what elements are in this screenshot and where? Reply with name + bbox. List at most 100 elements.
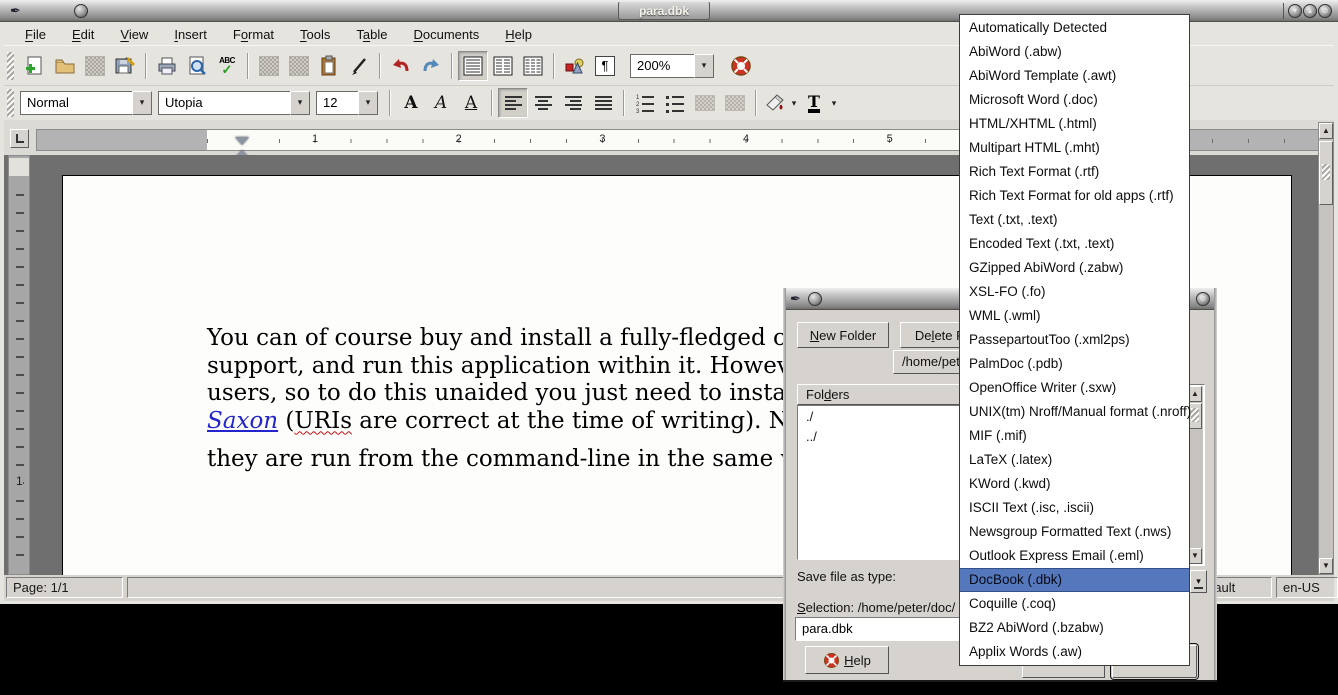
file-format-option[interactable]: MIF (.mif) xyxy=(960,424,1189,448)
scroll-down-icon[interactable]: ▼ xyxy=(1188,548,1202,564)
bold-icon[interactable]: A xyxy=(396,88,426,118)
file-format-option[interactable]: AbiWord (.abw) xyxy=(960,40,1189,64)
spellcheck-icon[interactable]: ABC✓ xyxy=(212,51,242,81)
font-size-combobox[interactable]: 12 ▾ xyxy=(316,91,378,115)
print-preview-icon[interactable] xyxy=(182,51,212,81)
chevron-down-icon[interactable]: ▾ xyxy=(826,88,842,118)
align-right-icon[interactable] xyxy=(558,88,588,118)
help-button[interactable]: Help xyxy=(805,646,889,674)
file-format-option[interactable]: PalmDoc (.pdb) xyxy=(960,352,1189,376)
file-format-option[interactable]: ISCII Text (.isc, .iscii) xyxy=(960,496,1189,520)
file-format-option[interactable]: WML (.wml) xyxy=(960,304,1189,328)
menu-item[interactable]: Table xyxy=(343,25,400,44)
new-folder-button[interactable]: New Folder xyxy=(797,322,889,348)
file-format-option[interactable]: Coquille (.coq) xyxy=(960,592,1189,616)
file-format-option[interactable]: Microsoft Word (.doc) xyxy=(960,88,1189,112)
window-menu-button[interactable] xyxy=(74,4,88,18)
paragraph-2[interactable]: they are run from the command-line in th… xyxy=(207,446,827,472)
file-format-option[interactable]: Rich Text Format (.rtf) xyxy=(960,160,1189,184)
underline-icon[interactable]: A xyxy=(456,88,486,118)
three-columns-icon[interactable] xyxy=(518,51,548,81)
menu-item[interactable]: Edit xyxy=(59,25,107,44)
italic-icon[interactable]: A xyxy=(426,88,456,118)
zoom-value[interactable]: 200% xyxy=(630,54,694,78)
font-size-value[interactable]: 12 xyxy=(316,91,358,115)
style-value[interactable]: Normal xyxy=(20,91,132,115)
chevron-down-icon[interactable]: ▾ xyxy=(786,88,802,118)
align-center-icon[interactable] xyxy=(528,88,558,118)
tab-stop-selector[interactable] xyxy=(10,129,29,148)
toolbar-grip[interactable] xyxy=(7,52,14,80)
file-format-option[interactable]: Automatically Detected xyxy=(960,16,1189,40)
chevron-down-icon[interactable]: ▾ xyxy=(358,91,378,115)
align-left-icon[interactable] xyxy=(498,88,528,118)
file-format-option[interactable]: UNIX(tm) Nroff/Manual format (.nroff) xyxy=(960,400,1189,424)
file-format-option[interactable]: Encoded Text (.txt, .text) xyxy=(960,232,1189,256)
file-format-option[interactable]: Applix Words (.aw) xyxy=(960,640,1189,664)
fill-color-icon[interactable] xyxy=(762,88,786,118)
close-icon[interactable]: ⊘ xyxy=(1196,292,1210,306)
text-color-icon[interactable]: T xyxy=(802,88,826,118)
file-format-option[interactable]: Multipart HTML (.mht) xyxy=(960,136,1189,160)
insert-symbol-icon[interactable] xyxy=(560,51,590,81)
toolbar-grip[interactable] xyxy=(7,89,14,117)
save-type-combobox-arrow[interactable]: ▾ xyxy=(1190,570,1207,593)
zoom-combobox[interactable]: 200% ▾ xyxy=(630,54,714,78)
scrollbar-thumb[interactable] xyxy=(1319,141,1333,205)
print-icon[interactable] xyxy=(152,51,182,81)
file-format-option[interactable]: Newsgroup Formatted Text (.nws) xyxy=(960,520,1189,544)
undo-icon[interactable] xyxy=(386,51,416,81)
file-format-option[interactable]: XSL-FO (.fo) xyxy=(960,280,1189,304)
justify-icon[interactable] xyxy=(588,88,618,118)
close-icon[interactable]: ⊘ xyxy=(1318,4,1332,18)
save-as-icon[interactable] xyxy=(110,51,140,81)
bullet-list-icon[interactable] xyxy=(660,88,690,118)
numbered-list-icon[interactable]: 123 xyxy=(630,88,660,118)
style-combobox[interactable]: Normal ▾ xyxy=(20,91,152,115)
menu-item[interactable]: File xyxy=(12,25,59,44)
menu-item[interactable]: Format xyxy=(220,25,287,44)
file-format-option[interactable]: AbiWord Template (.awt) xyxy=(960,64,1189,88)
ruler-number: 5 xyxy=(887,133,893,145)
status-language[interactable]: en-US xyxy=(1276,577,1338,598)
open-folder-icon[interactable] xyxy=(50,51,80,81)
menu-item[interactable]: Insert xyxy=(161,25,220,44)
file-format-option[interactable]: OpenOffice Writer (.sxw) xyxy=(960,376,1189,400)
file-format-option[interactable]: Rich Text Format for old apps (.rtf) xyxy=(960,184,1189,208)
scroll-down-icon[interactable]: ▼ xyxy=(1319,558,1333,574)
chevron-down-icon[interactable]: ▾ xyxy=(132,91,152,115)
menu-item[interactable]: Tools xyxy=(287,25,343,44)
font-value[interactable]: Utopia xyxy=(158,91,290,115)
file-format-option[interactable]: Text (.txt, .text) xyxy=(960,208,1189,232)
file-format-option[interactable]: HTML/XHTML (.html) xyxy=(960,112,1189,136)
menu-item[interactable]: Documents xyxy=(401,25,493,44)
menu-item[interactable]: Help xyxy=(492,25,545,44)
file-format-option[interactable]: KWord (.kwd) xyxy=(960,472,1189,496)
stylus-icon[interactable] xyxy=(344,51,374,81)
file-format-option[interactable]: PassepartoutToo (.xml2ps) xyxy=(960,328,1189,352)
help-lifering-icon[interactable] xyxy=(726,51,756,81)
new-document-icon[interactable] xyxy=(20,51,50,81)
two-columns-icon[interactable] xyxy=(488,51,518,81)
file-format-option[interactable]: GZipped AbiWord (.zabw) xyxy=(960,256,1189,280)
file-format-option[interactable]: DocBook (.dbk) xyxy=(960,568,1189,592)
paste-icon[interactable] xyxy=(314,51,344,81)
one-column-icon[interactable] xyxy=(458,51,488,81)
scroll-up-icon[interactable]: ▲ xyxy=(1319,123,1333,139)
font-combobox[interactable]: Utopia ▾ xyxy=(158,91,310,115)
chevron-down-icon[interactable]: ▾ xyxy=(694,54,714,78)
shade-icon[interactable]: ▾ xyxy=(1288,4,1302,18)
file-format-option[interactable]: LaTeX (.latex) xyxy=(960,448,1189,472)
redo-icon[interactable] xyxy=(416,51,446,81)
menu-item[interactable]: View xyxy=(107,25,161,44)
file-format-option[interactable]: Outlook Express Email (.eml) xyxy=(960,544,1189,568)
chevron-down-icon[interactable]: ▾ xyxy=(290,91,310,115)
saxon-hyperlink[interactable]: Saxon xyxy=(207,408,278,434)
window-menu-button[interactable] xyxy=(808,292,822,306)
unshade-icon[interactable]: ▴ xyxy=(1303,4,1317,18)
first-line-indent-marker[interactable] xyxy=(235,137,249,145)
pilcrow-icon[interactable]: ¶ xyxy=(590,51,620,81)
paragraph-1[interactable]: You can of course buy and install a full… xyxy=(207,325,858,435)
vertical-scrollbar[interactable]: ▲ ▼ xyxy=(1318,122,1334,575)
file-format-option[interactable]: BZ2 AbiWord (.bzabw) xyxy=(960,616,1189,640)
